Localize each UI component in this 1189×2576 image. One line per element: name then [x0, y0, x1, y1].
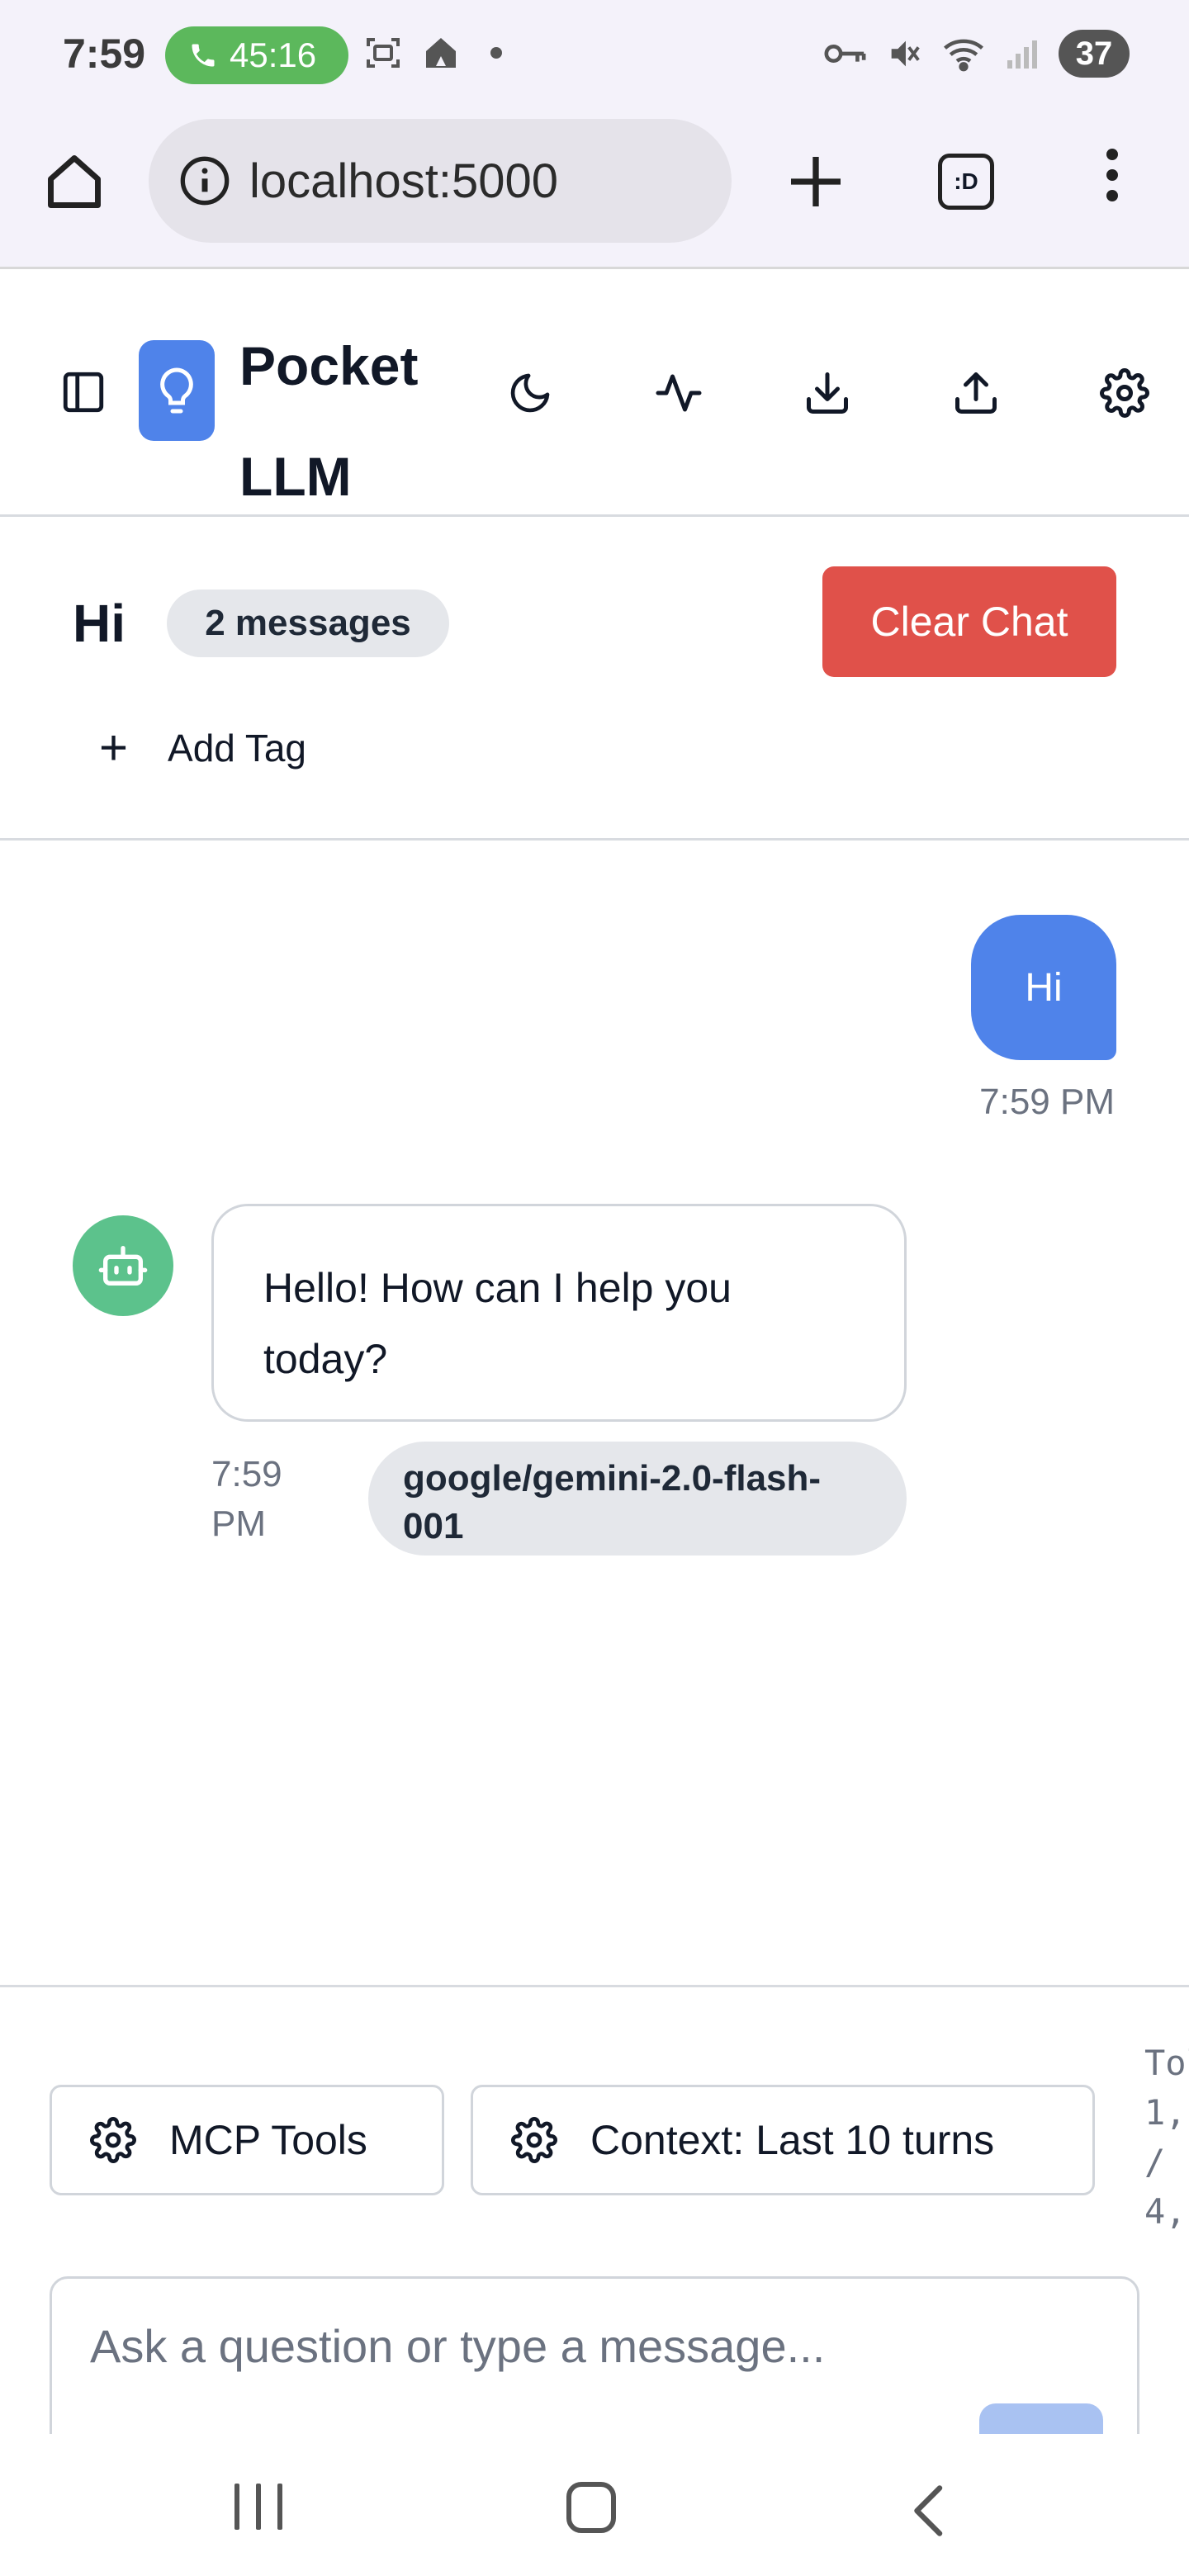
url-text[interactable]: localhost:5000 — [249, 154, 558, 209]
activity-icon — [656, 374, 702, 412]
call-indicator[interactable]: 45:16 — [165, 26, 348, 84]
token-counter: Tol 1, / 4, — [1144, 2043, 1189, 2232]
sidebar-toggle-icon[interactable] — [59, 368, 107, 416]
theme-toggle-button[interactable] — [504, 367, 557, 419]
model-badge: google/gemini-2.0-flash-001 — [368, 1442, 907, 1556]
battery-indicator: 37 — [1059, 30, 1130, 78]
assistant-message-time: 7:59 PM — [211, 1454, 282, 1544]
system-nav-bar — [0, 2434, 1189, 2576]
settings-button[interactable] — [1098, 367, 1151, 419]
user-message: Hi — [971, 915, 1116, 1060]
message-input[interactable]: Ask a question or type a message... — [50, 2276, 1139, 2458]
phone-icon — [192, 44, 215, 67]
stats-button[interactable] — [652, 367, 705, 419]
upload-button[interactable] — [950, 367, 1002, 419]
screenshot-icon — [367, 38, 400, 68]
plus-icon: + — [99, 720, 129, 775]
signal-icon — [1007, 40, 1037, 69]
tab-switcher-button[interactable]: :D — [938, 154, 994, 210]
notification-dot-icon — [490, 47, 502, 59]
status-time: 7:59 — [63, 31, 146, 77]
home-app-icon — [426, 38, 456, 68]
download-icon — [807, 372, 848, 414]
call-duration: 45:16 — [230, 36, 317, 74]
bot-avatar — [73, 1215, 173, 1316]
browser-toolbar: localhost:5000 :D — [0, 107, 1189, 269]
assistant-message: Hello! How can I help you today? — [211, 1204, 907, 1422]
mute-icon — [891, 40, 920, 67]
gear-icon — [90, 2117, 136, 2163]
context-button[interactable]: Context: Last 10 turns — [471, 2085, 1095, 2195]
gear-icon — [511, 2117, 557, 2163]
status-bar: 7:59 45:16 37 — [0, 0, 1189, 107]
app-header: Pocket LLM — [0, 269, 1189, 517]
more-menu-icon[interactable] — [1106, 149, 1118, 201]
upload-icon — [955, 372, 997, 414]
recent-apps-icon[interactable] — [234, 2484, 282, 2530]
home-nav-icon[interactable] — [566, 2482, 616, 2533]
add-tag-label: Add Tag — [168, 727, 307, 769]
home-icon[interactable] — [43, 150, 106, 213]
user-message-time: 7:59 PM — [979, 1082, 1115, 1122]
info-icon[interactable] — [178, 154, 231, 207]
address-bar[interactable]: localhost:5000 — [149, 119, 732, 243]
add-tag-button[interactable]: + Add Tag — [99, 723, 306, 773]
new-tab-icon[interactable] — [783, 149, 849, 215]
gear-icon — [1100, 368, 1149, 418]
app-logo — [139, 340, 215, 441]
context-label: Context: Last 10 turns — [590, 2117, 995, 2163]
vpn-key-icon — [824, 45, 866, 63]
moon-icon — [510, 373, 550, 413]
mcp-tools-label: MCP Tools — [169, 2117, 367, 2163]
app-title: Pocket LLM — [239, 335, 419, 507]
chat-header: Hi 2 messages Clear Chat + Add Tag — [0, 517, 1189, 841]
chat-title: Hi — [73, 594, 126, 653]
wifi-icon — [943, 39, 984, 72]
composer-area: MCP Tools Context: Last 10 turns Tol 1, … — [0, 1985, 1189, 2458]
lightbulb-icon — [160, 367, 193, 414]
clear-chat-button[interactable]: Clear Chat — [822, 566, 1116, 677]
message-count-badge: 2 messages — [167, 590, 449, 657]
bot-icon — [98, 1246, 148, 1286]
mcp-tools-button[interactable]: MCP Tools — [50, 2085, 444, 2195]
download-button[interactable] — [801, 367, 854, 419]
back-icon[interactable] — [907, 2482, 948, 2540]
